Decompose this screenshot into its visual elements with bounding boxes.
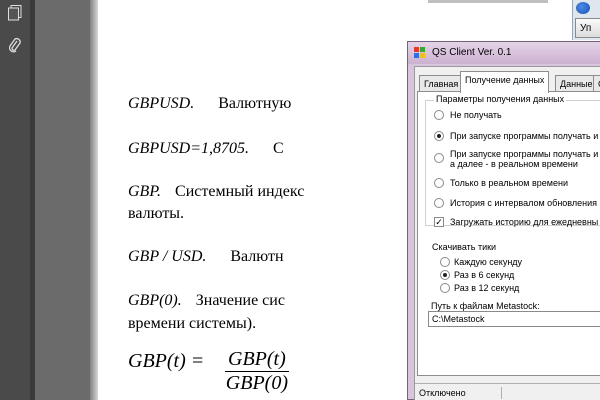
option-label: Каждую секунду — [454, 257, 523, 267]
metastock-path-input[interactable]: C:\Metastock — [428, 311, 600, 327]
option-label: Только в реальном времени — [450, 178, 568, 188]
option-label: При запуске программы получать и — [450, 131, 599, 141]
page-edge — [428, 0, 548, 3]
background-window-button[interactable]: Уп — [575, 18, 600, 38]
panel-splitter[interactable] — [90, 0, 98, 400]
tab-bar: Главная Получение данных Данные С — [417, 71, 600, 93]
status-bar: Отключено — [415, 383, 600, 400]
doc-line-gbp-usd: GBP / USD. Валютн — [128, 248, 284, 265]
doc-line-gbpusd-rate: GBPUSD=1,8705. С — [128, 140, 284, 157]
tab-main[interactable]: Главная — [419, 75, 464, 92]
tab-data-receiving[interactable]: Получение данных — [460, 71, 550, 93]
data-params-group: Параметры получения данных Не получать П… — [425, 94, 600, 227]
option-label: При запуске программы получать и — [450, 149, 599, 159]
option-label: Не получать — [450, 110, 502, 120]
fraction-numerator: GBP(t) — [225, 348, 289, 372]
formula: GBP(t) = GBP(t) GBP(0) — [128, 348, 289, 394]
radio-tick-every-second[interactable] — [440, 257, 450, 267]
option-label-line2: а далее - в реальном времени — [450, 159, 578, 169]
path-label: Путь к файлам Metastock: — [431, 301, 540, 311]
doc-line-system-time: времени системы). — [128, 315, 257, 332]
paperclip-icon[interactable] — [5, 36, 25, 56]
tab-panel: Параметры получения данных Не получать П… — [417, 91, 600, 376]
doc-line-gbp0: GBP(0). Значение сис — [128, 292, 285, 309]
doc-line-gbpusd: GBPUSD. Валютную — [128, 95, 292, 112]
radio-tick-every-12s[interactable] — [440, 283, 450, 293]
radio-history-interval[interactable] — [434, 198, 444, 208]
formula-lhs: GBP(t) = — [128, 350, 205, 372]
window-title: QS Client Ver. 0.1 — [432, 47, 512, 58]
fraction-denominator: GBP(0) — [225, 372, 288, 394]
pages-icon[interactable] — [5, 3, 25, 23]
connection-status: Отключено — [419, 388, 466, 398]
load-history-checkbox[interactable]: ✓ — [434, 217, 444, 227]
option-label: Раз в 12 секунд — [454, 283, 520, 293]
data-params-label: Параметры получения данных — [434, 94, 567, 104]
background-window: Уп — [572, 0, 600, 40]
app-logo-icon — [576, 2, 590, 14]
option-label: Раз в 6 секунд — [454, 270, 515, 280]
navigation-panel — [35, 0, 90, 400]
radio-realtime-only[interactable] — [434, 178, 444, 188]
option-label: История с интервалом обновления — [450, 198, 598, 208]
radio-on-startup[interactable] — [434, 131, 444, 141]
tab-data[interactable]: Данные — [555, 75, 598, 92]
radio-on-startup-realtime[interactable] — [434, 153, 444, 163]
window-content: Главная Получение данных Данные С Параме… — [414, 66, 600, 400]
status-divider — [501, 387, 502, 399]
checkbox-label: Загружать историю для ежедневны — [450, 217, 599, 227]
fraction: GBP(t) GBP(0) — [225, 348, 289, 395]
ticks-label: Скачивать тики — [432, 242, 497, 252]
doc-line-currency: валюты. — [128, 205, 185, 222]
window-titlebar[interactable]: QS Client Ver. 0.1 — [408, 42, 600, 64]
tab-other[interactable]: С — [593, 75, 600, 92]
radio-tick-every-6s[interactable] — [440, 270, 450, 280]
radio-no-receive[interactable] — [434, 110, 444, 120]
qs-app-icon — [414, 47, 426, 59]
viewer-left-toolbar — [0, 0, 30, 400]
qs-client-window: QS Client Ver. 0.1 Главная Получение дан… — [407, 41, 600, 400]
doc-line-gbp: GBP. Системный индекс — [128, 183, 305, 200]
